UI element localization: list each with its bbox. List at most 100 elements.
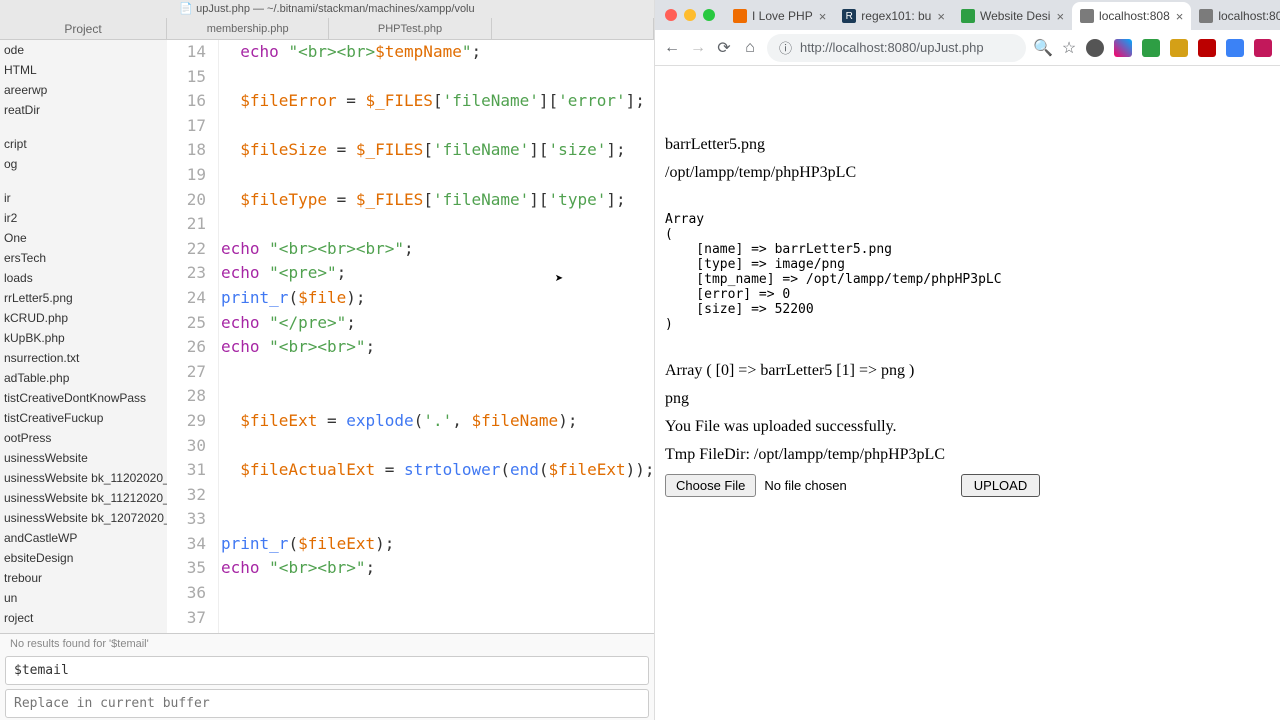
browser-tab[interactable]: Website Desi × xyxy=(953,2,1072,30)
extensions xyxy=(1086,39,1272,57)
sidebar-item[interactable]: andCastleWP xyxy=(0,528,167,548)
tab-favicon xyxy=(733,9,747,23)
browser-toolbar: ← → ⟳ ⌂ ⓘ http://localhost:8080/upJust.p… xyxy=(655,30,1280,66)
site-info-icon[interactable]: ⓘ xyxy=(779,38,792,57)
editor-tab-blank[interactable] xyxy=(492,18,654,39)
titlebar-icon: 📄 xyxy=(179,3,193,15)
tab-favicon: R xyxy=(842,9,856,23)
browser-tabs: I Love PHP×Rregex101: bu×Website Desi×lo… xyxy=(725,0,1280,30)
titlebar-text: upJust.php — ~/.bitnami/stackman/machine… xyxy=(196,3,475,15)
sidebar-item[interactable]: un xyxy=(0,588,167,608)
sidebar-item[interactable]: tistCreativeFuckup xyxy=(0,408,167,428)
sidebar-item[interactable]: kCRUD.php xyxy=(0,308,167,328)
sidebar-item[interactable]: usinessWebsite xyxy=(0,448,167,468)
sidebar-item[interactable]: usinessWebsite bk_12072020_1152a xyxy=(0,508,167,528)
upload-form: Choose File No file chosen UPLOAD xyxy=(665,474,1270,497)
sidebar-item[interactable]: ir2 xyxy=(0,208,167,228)
sidebar-item[interactable]: cript xyxy=(0,134,167,154)
sidebar-item[interactable]: tistCreativeDontKnowPass xyxy=(0,388,167,408)
choose-file-status: No file chosen xyxy=(764,478,846,493)
page-ext-line: png xyxy=(665,390,1270,408)
tab-close-icon[interactable]: × xyxy=(1176,9,1184,24)
page-tmpdir-line: Tmp FileDir: /opt/lampp/temp/phpHP3pLC xyxy=(665,446,1270,464)
tab-close-icon[interactable]: × xyxy=(1056,9,1064,24)
upload-button[interactable]: UPLOAD xyxy=(961,474,1040,497)
tab-title: localhost:80 xyxy=(1218,9,1280,23)
address-bar[interactable]: ⓘ http://localhost:8080/upJust.php xyxy=(767,34,1026,62)
tab-title: Website Desi xyxy=(980,9,1050,23)
ext-icon-3[interactable] xyxy=(1142,39,1160,57)
editor-tabs-row: Project membership.php PHPTest.php xyxy=(0,18,654,40)
editor-tab-membership[interactable]: membership.php xyxy=(167,18,329,39)
search-result-msg: No results found for '$temail' xyxy=(0,634,654,654)
project-tree[interactable]: odeHTMLareerwpreatDir criptog irir2OneersT… xyxy=(0,40,167,633)
sidebar-item[interactable]: One xyxy=(0,228,167,248)
sidebar-item[interactable]: usinessWebsite bk_11212020_0546p xyxy=(0,488,167,508)
code-content[interactable]: echo "<br><br>$tempName"; $fileError = $… xyxy=(219,40,654,633)
ext-icon-4[interactable] xyxy=(1170,39,1188,57)
code-area[interactable]: 1415161718192021222324252627282930313233… xyxy=(167,40,654,633)
window-controls xyxy=(665,9,715,21)
editor-body: odeHTMLareerwpreatDir criptog irir2OneersT… xyxy=(0,40,654,633)
sidebar-item[interactable]: nsurrection.txt xyxy=(0,348,167,368)
editor-titlebar: 📄 upJust.php — ~/.bitnami/stackman/machi… xyxy=(0,0,654,18)
reload-button[interactable]: ⟳ xyxy=(715,39,733,57)
browser-tabbar: I Love PHP×Rregex101: bu×Website Desi×lo… xyxy=(655,0,1280,30)
sidebar-item[interactable]: loads xyxy=(0,268,167,288)
sidebar-item[interactable]: reatDir xyxy=(0,100,167,120)
tab-favicon xyxy=(961,9,975,23)
browser-tab[interactable]: I Love PHP × xyxy=(725,2,834,30)
sidebar-item[interactable]: roject xyxy=(0,608,167,628)
search-input[interactable] xyxy=(5,656,649,685)
replace-input[interactable] xyxy=(5,689,649,718)
browser-page: barrLetter5.png /opt/lampp/temp/phpHP3pL… xyxy=(655,66,1280,720)
browser-tab[interactable]: Rregex101: bu × xyxy=(834,2,953,30)
editor-tab-phptest[interactable]: PHPTest.php xyxy=(329,18,491,39)
sidebar-item[interactable]: adTable.php xyxy=(0,368,167,388)
ext-icon-7[interactable] xyxy=(1254,39,1272,57)
page-explode-line: Array ( [0] => barrLetter5 [1] => png ) xyxy=(665,362,1270,380)
tab-title: I Love PHP xyxy=(752,9,813,23)
editor-window: 📄 upJust.php — ~/.bitnami/stackman/machi… xyxy=(0,0,654,720)
sidebar-item[interactable]: ebsiteDesign xyxy=(0,548,167,568)
bookmark-icon[interactable]: ☆ xyxy=(1060,39,1078,57)
sidebar-item[interactable]: areerwp xyxy=(0,80,167,100)
tab-title: regex101: bu xyxy=(861,9,931,23)
browser-tab[interactable]: localhost:80 xyxy=(1191,2,1280,30)
page-success-line: You File was uploaded successfully. xyxy=(665,418,1270,436)
sidebar-item[interactable]: ersTech xyxy=(0,248,167,268)
sidebar-item[interactable]: kUpBK.php xyxy=(0,328,167,348)
ext-icon-6[interactable] xyxy=(1226,39,1244,57)
forward-button[interactable]: → xyxy=(689,39,707,57)
sidebar-item[interactable]: ootPress xyxy=(0,428,167,448)
sidebar-item[interactable]: trebour xyxy=(0,568,167,588)
url-text: http://localhost:8080/upJust.php xyxy=(800,40,984,55)
sidebar-item[interactable]: usinessWebsite bk_11202020_0215p xyxy=(0,468,167,488)
sidebar-item[interactable]: ode xyxy=(0,40,167,60)
browser-tab[interactable]: localhost:808 × xyxy=(1072,2,1191,30)
browser-window: I Love PHP×Rregex101: bu×Website Desi×lo… xyxy=(654,0,1280,720)
tab-close-icon[interactable]: × xyxy=(819,9,827,24)
choose-file-button[interactable]: Choose File xyxy=(665,474,756,497)
ext-icon-1[interactable] xyxy=(1086,39,1104,57)
back-button[interactable]: ← xyxy=(663,39,681,57)
page-tmp-path: /opt/lampp/temp/phpHP3pLC xyxy=(665,164,1270,182)
page-array-dump: Array ( [name] => barrLetter5.png [type]… xyxy=(665,212,1270,332)
sidebar-item[interactable]: rrLetter5.png xyxy=(0,288,167,308)
gutter: 1415161718192021222324252627282930313233… xyxy=(167,40,219,633)
tab-title: localhost:808 xyxy=(1099,9,1170,23)
search-icon[interactable]: 🔍 xyxy=(1034,39,1052,57)
maximize-window-icon[interactable] xyxy=(703,9,715,21)
ext-icon-2[interactable] xyxy=(1114,39,1132,57)
ext-icon-5[interactable] xyxy=(1198,39,1216,57)
sidebar-item[interactable]: og xyxy=(0,154,167,174)
sidebar-item[interactable]: ir xyxy=(0,188,167,208)
minimize-window-icon[interactable] xyxy=(684,9,696,21)
tab-close-icon[interactable]: × xyxy=(937,9,945,24)
project-panel-label: Project xyxy=(0,18,167,39)
close-window-icon[interactable] xyxy=(665,9,677,21)
tab-favicon xyxy=(1080,9,1094,23)
page-file-name: barrLetter5.png xyxy=(665,136,1270,154)
sidebar-item[interactable]: HTML xyxy=(0,60,167,80)
home-button[interactable]: ⌂ xyxy=(741,39,759,57)
